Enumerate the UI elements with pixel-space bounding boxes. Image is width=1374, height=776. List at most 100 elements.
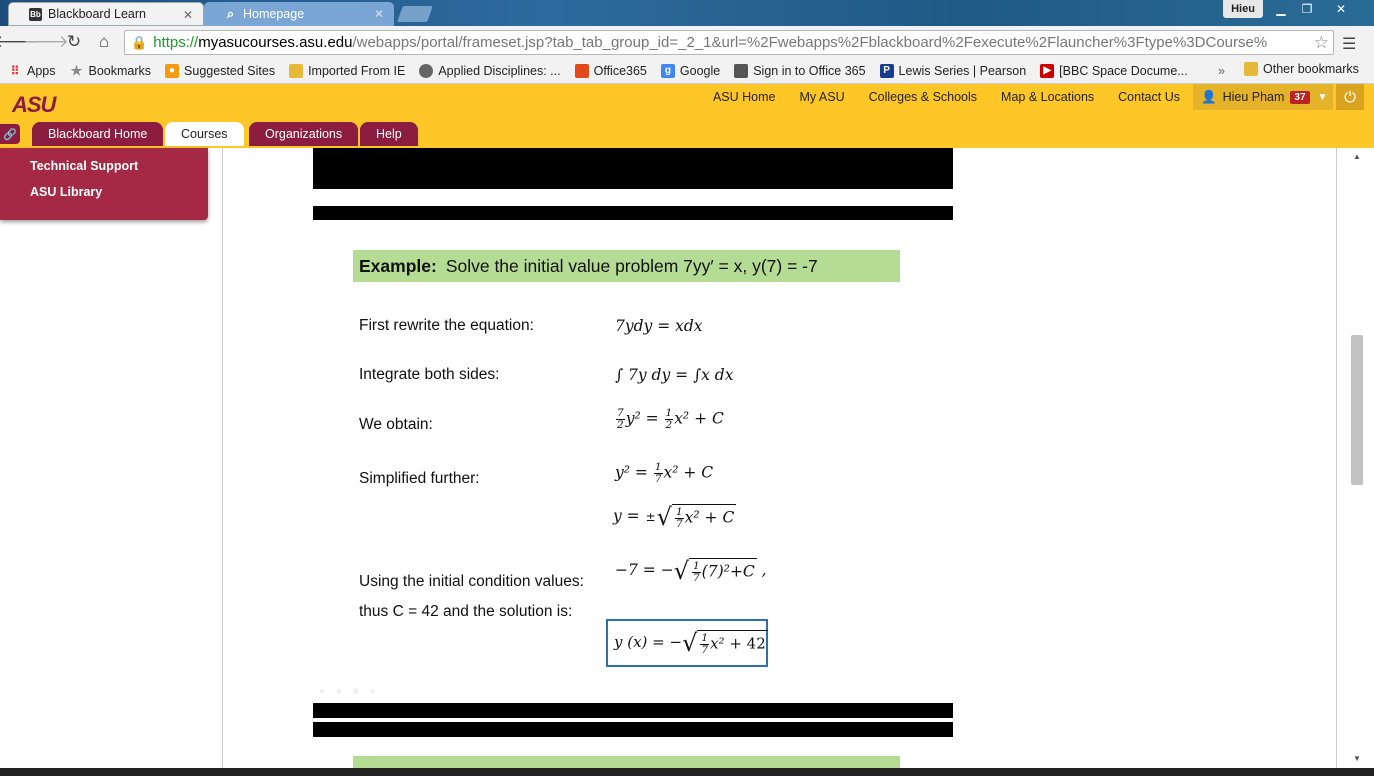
bookmarks-bar: ⠿ Apps ★ Bookmarks ● Suggested Sites Import… xyxy=(0,58,1374,84)
tab-label: Homepage xyxy=(243,7,305,21)
tab-organizations[interactable]: Organizations xyxy=(249,122,359,146)
logout-icon[interactable]: ⏻ xyxy=(1336,84,1364,110)
more-bookmarks-icon[interactable]: » xyxy=(1218,64,1225,78)
profile-button[interactable]: Hieu xyxy=(1223,0,1263,18)
bookmark-suggested-sites[interactable]: ● Suggested Sites xyxy=(165,63,275,78)
next-example-heading xyxy=(353,756,900,768)
step-label: thus C = 42 and the solution is: xyxy=(359,603,573,620)
asu-logo[interactable]: ASU xyxy=(12,92,56,118)
close-tab-icon[interactable]: ✕ xyxy=(183,8,193,22)
office-icon xyxy=(574,63,589,78)
slide-body: Example: Solve the initial value problem… xyxy=(313,220,953,702)
bookmark-apps[interactable]: ⠿ Apps xyxy=(8,64,56,78)
user-icon: 👤 xyxy=(1201,89,1217,104)
link-colleges-schools[interactable]: Colleges & Schools xyxy=(869,90,977,104)
bookmark-imported-from-ie[interactable]: Imported From IE xyxy=(289,63,405,78)
step-label: Integrate both sides: xyxy=(359,366,500,383)
suggested-icon: ● xyxy=(165,63,180,78)
url-scheme: https:// xyxy=(153,34,199,51)
math-simplified: y² = 1 7 x² + C xyxy=(615,461,714,486)
bookmark-applied-disciplines[interactable]: Applied Disciplines: ... xyxy=(419,63,561,78)
bookmark-lewis-pearson[interactable]: P Lewis Series | Pearson xyxy=(879,63,1026,78)
apps-icon: ⠿ xyxy=(10,63,20,78)
divider xyxy=(222,148,223,768)
user-name: Hieu Pham xyxy=(1222,90,1285,104)
browser-titlebar: Bb Blackboard Learn ✕ ⌕ Homepage ✕ Hieu … xyxy=(0,0,1374,26)
example-text: Solve the initial value problem 7yy′ = x… xyxy=(445,255,818,276)
star-icon: ★ xyxy=(70,62,83,78)
course-nav-tabs: Blackboard Home Courses Organizations He… xyxy=(0,122,1374,146)
link-contact-us[interactable]: Contact Us xyxy=(1118,90,1180,104)
scroll-up-icon[interactable]: ▲ xyxy=(1353,152,1361,161)
user-menu[interactable]: 👤 Hieu Pham 37 ▼ xyxy=(1193,84,1333,110)
sidebar-menu: Technical Support ASU Library xyxy=(0,148,208,220)
page-content: Technical Support ASU Library ▲ ▼ Exampl… xyxy=(0,148,1374,768)
example-heading: Example: Solve the initial value problem… xyxy=(353,250,900,282)
blackboard-icon: Bb xyxy=(29,7,42,21)
lecture-slide: Example: Solve the initial value problem… xyxy=(313,148,953,768)
office-icon xyxy=(734,63,749,78)
bookmark-star-icon[interactable]: ☆ xyxy=(1314,33,1329,53)
scrollbar-thumb[interactable] xyxy=(1351,335,1363,485)
page-icon xyxy=(419,63,434,78)
step-label: Using the initial condition values: xyxy=(359,573,584,590)
scroll-down-icon[interactable]: ▼ xyxy=(1353,754,1361,763)
step-label: Simplified further: xyxy=(359,470,480,487)
slide-bar xyxy=(313,722,953,737)
scrollbar[interactable]: ▲ ▼ xyxy=(1348,148,1366,768)
search-icon: ⌕ xyxy=(226,6,235,21)
tab-blackboard-home[interactable]: Blackboard Home xyxy=(32,122,164,146)
bookmark-bbc-space[interactable]: ▶ [BBC Space Docume... xyxy=(1040,63,1188,78)
close-tab-icon[interactable]: ✕ xyxy=(374,7,384,21)
new-tab-button[interactable] xyxy=(397,6,433,22)
solution-box: y (x) = −√ 1 7 x² + 42 xyxy=(606,619,768,667)
menu-icon[interactable]: ☰ xyxy=(1342,34,1356,54)
tab-label: Blackboard Learn xyxy=(48,7,146,21)
browser-toolbar: 🡐 🡒 ↻ ⌂ 🔒 https:// myasucourses.asu.edu … xyxy=(0,26,1374,58)
address-bar[interactable]: 🔒 https:// myasucourses.asu.edu /webapps… xyxy=(124,30,1334,55)
math-obtain: 7 2 y² = 1 2 x² + C xyxy=(616,407,724,432)
math-rewrite: 7ydy = xdx xyxy=(615,317,703,335)
slide-bar xyxy=(313,703,953,718)
step-label: We obtain: xyxy=(359,416,433,433)
notification-badge[interactable]: 37 xyxy=(1290,90,1310,104)
slide-controls[interactable]: ● ● ■ ● xyxy=(319,686,380,697)
math-integrate: ∫ 7y dy = ∫x dx xyxy=(615,366,734,384)
math-solution: y (x) = −√ 1 7 x² + 42 xyxy=(614,629,768,657)
lock-icon: 🔒 xyxy=(131,34,148,50)
tab-blackboard-learn[interactable]: Bb Blackboard Learn ✕ xyxy=(8,2,204,26)
link-my-asu[interactable]: My ASU xyxy=(799,90,844,104)
math-y-plusminus: y = ±√ 1 7 x² + C xyxy=(613,503,737,532)
tab-homepage[interactable]: ⌕ Homepage ✕ xyxy=(204,2,394,26)
pearson-icon: P xyxy=(879,63,894,78)
slide-bar xyxy=(313,206,953,221)
url-path: /webapps/portal/frameset.jsp?tab_tab_gro… xyxy=(352,34,1268,51)
bookmark-office365-signin[interactable]: Sign in to Office 365 xyxy=(734,63,866,78)
taskbar-edge xyxy=(0,768,1374,776)
minimize-icon[interactable]: ▁ xyxy=(1268,0,1294,18)
forward-icon[interactable]: 🡒 xyxy=(23,32,69,52)
reload-icon[interactable]: ↻ xyxy=(64,32,84,52)
tab-courses[interactable]: Courses xyxy=(165,122,244,146)
restore-icon[interactable]: ❐ xyxy=(1294,0,1320,18)
link-map-locations[interactable]: Map & Locations xyxy=(1001,90,1094,104)
folder-icon xyxy=(1244,62,1258,76)
folder-icon xyxy=(289,63,304,78)
chevron-down-icon: ▼ xyxy=(1317,91,1328,103)
bookmark-bookmarks[interactable]: ★ Bookmarks xyxy=(70,62,151,78)
home-icon[interactable]: ⌂ xyxy=(94,32,114,52)
bookmark-google[interactable]: g Google xyxy=(660,63,720,78)
bookmark-office365[interactable]: Office365 xyxy=(574,63,647,78)
slide-bar xyxy=(313,148,953,189)
step-label: First rewrite the equation: xyxy=(359,317,534,334)
youtube-icon: ▶ xyxy=(1040,63,1055,78)
divider xyxy=(1336,148,1337,768)
math-initial-condition: −7 = −√ 1 7 (7)²+C , xyxy=(615,557,767,586)
google-icon: g xyxy=(660,63,675,78)
tab-help[interactable]: Help xyxy=(360,122,418,146)
close-window-icon[interactable]: ✕ xyxy=(1328,0,1354,18)
sidebar-item-asu-library[interactable]: ASU Library xyxy=(30,185,102,199)
link-asu-home[interactable]: ASU Home xyxy=(713,90,776,104)
sidebar-item-technical-support[interactable]: Technical Support xyxy=(30,159,138,173)
other-bookmarks[interactable]: Other bookmarks xyxy=(1244,62,1359,76)
